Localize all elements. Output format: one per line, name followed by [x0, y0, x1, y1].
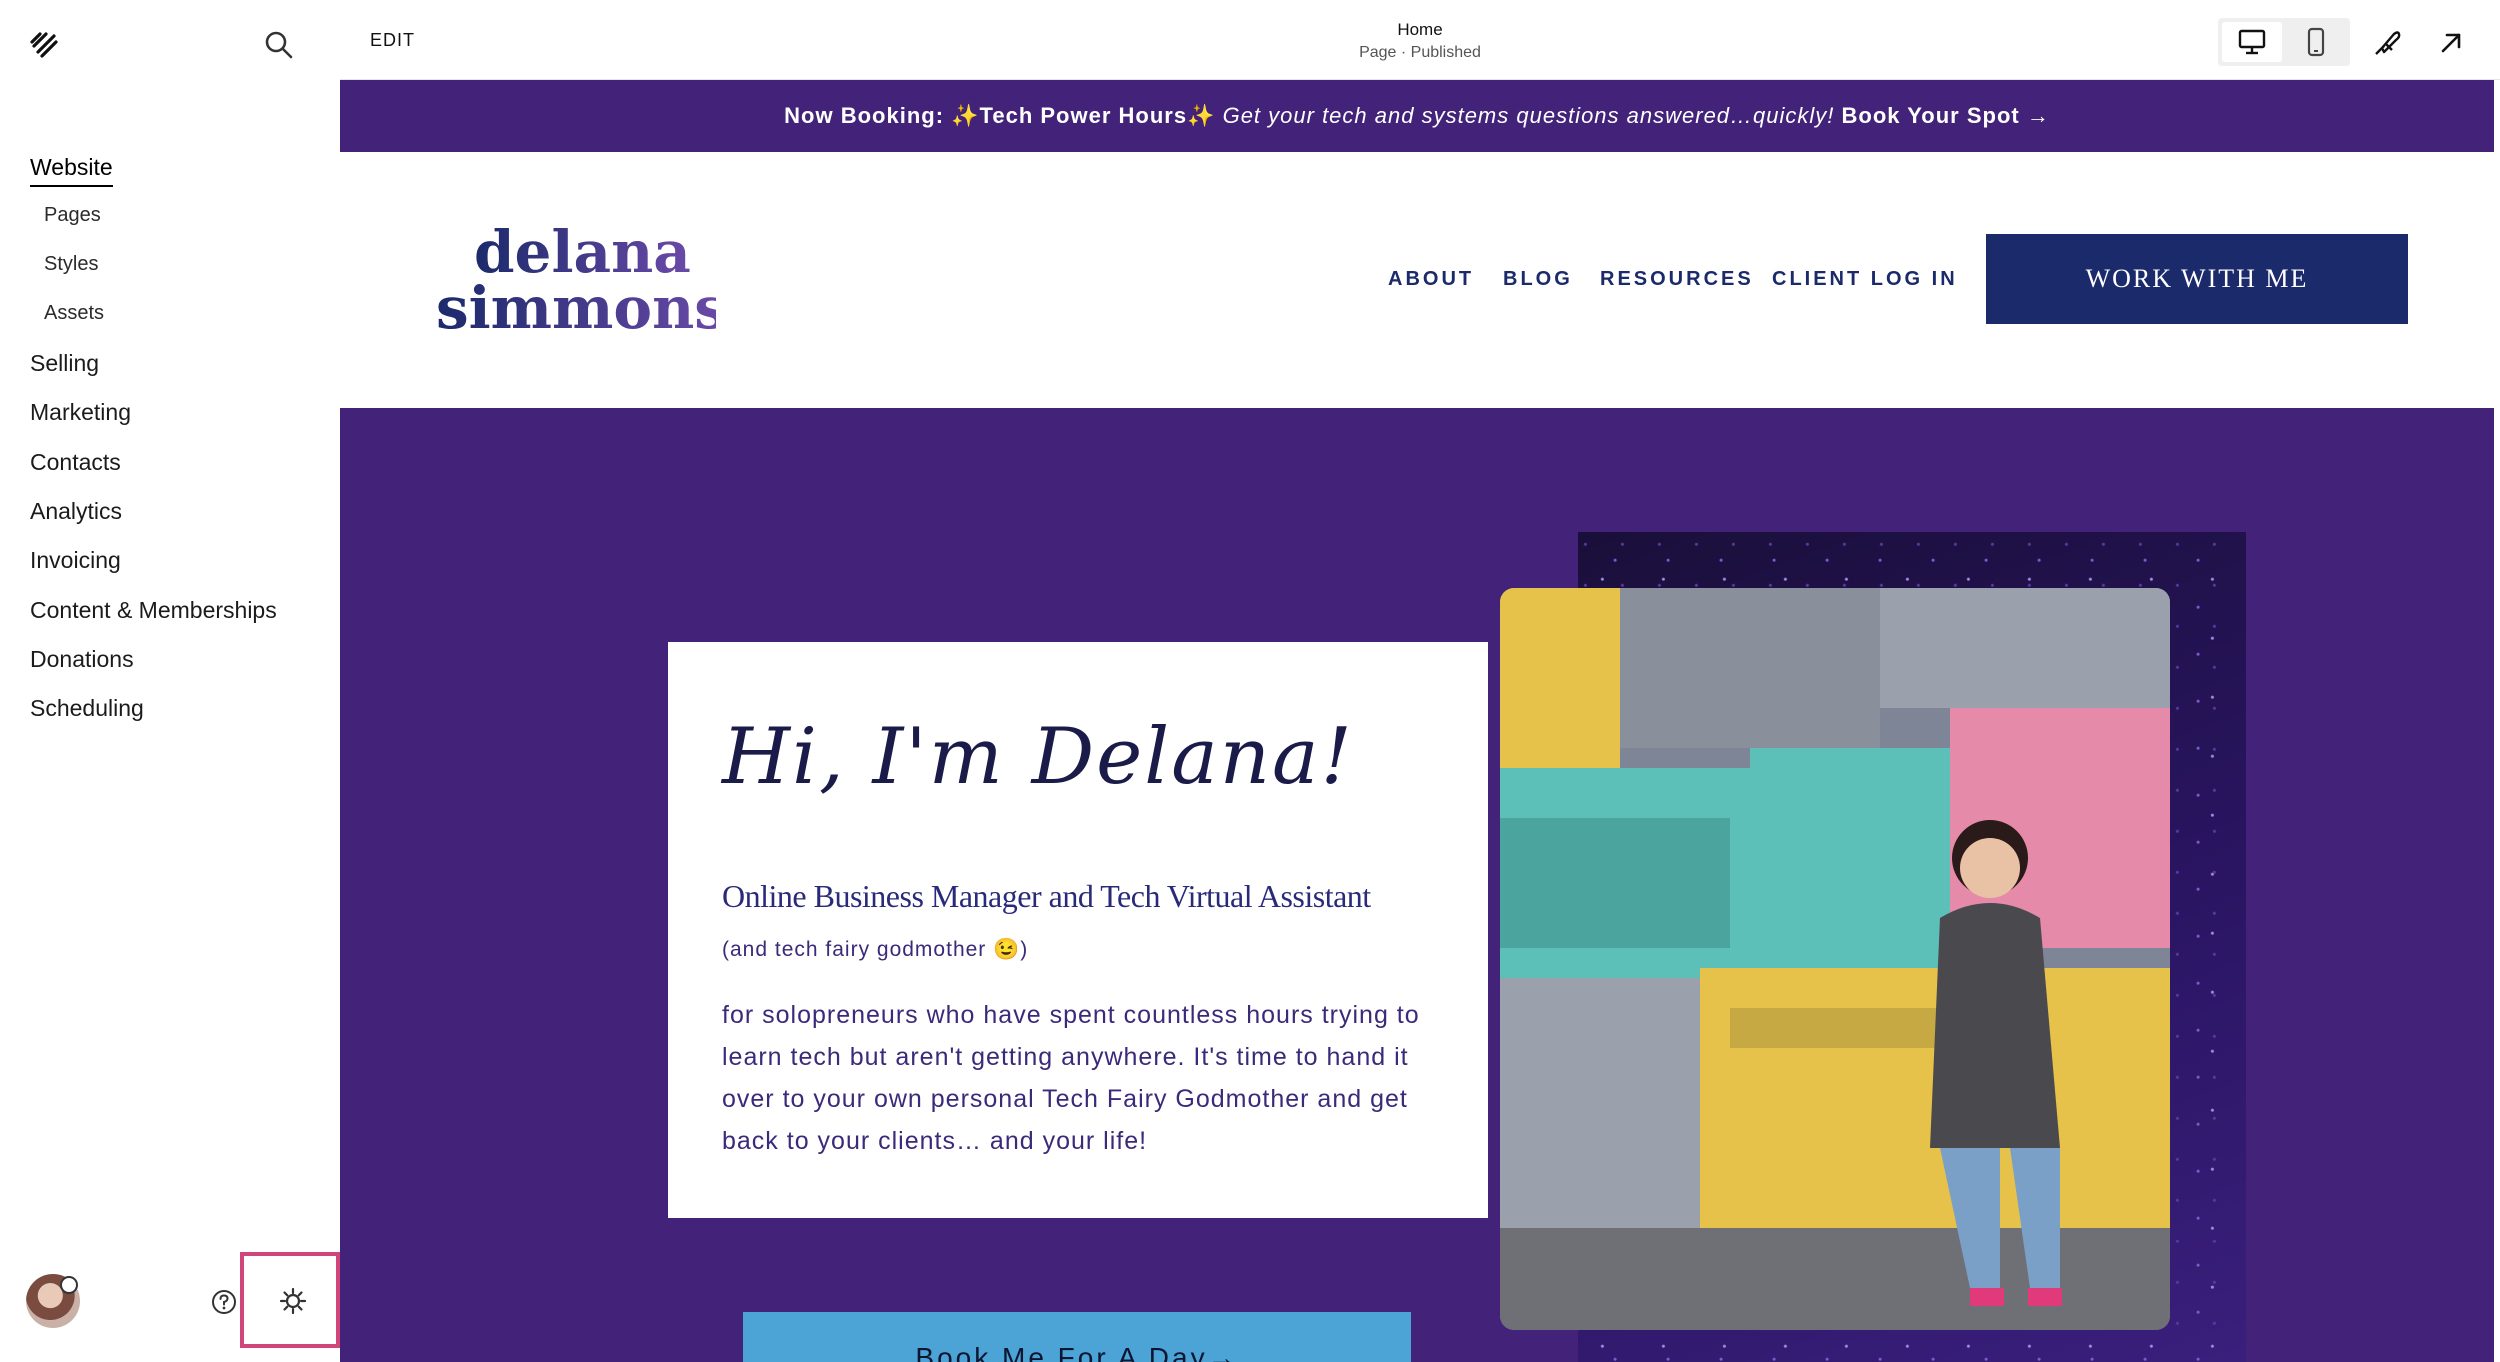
- sidebar-item-analytics[interactable]: Analytics: [30, 498, 122, 525]
- editor-topbar: EDIT Home Page · Published: [340, 0, 2500, 80]
- page-title: Home: [1397, 20, 1443, 39]
- mobile-icon: [2307, 27, 2325, 57]
- arrow-up-right-icon[interactable]: [2436, 28, 2466, 58]
- sidebar-item-website[interactable]: Website: [30, 154, 113, 187]
- site-preview: Now Booking: ✨Tech Power Hours✨ Get your…: [340, 80, 2494, 1362]
- nav-blog[interactable]: BLOG: [1503, 268, 1573, 291]
- sidebar-item-donations[interactable]: Donations: [30, 646, 134, 673]
- search-icon[interactable]: [262, 28, 296, 62]
- settings-button[interactable]: [240, 1252, 340, 1348]
- sidebar-item-scheduling[interactable]: Scheduling: [30, 695, 144, 722]
- hero-section: Hi, I'm Delana! Online Business Manager …: [340, 408, 2494, 1362]
- hero-aside: (and tech fairy godmother 😉): [722, 938, 1029, 961]
- sidebar-item-assets[interactable]: Assets: [44, 302, 104, 325]
- sidebar-item-styles[interactable]: Styles: [44, 253, 98, 276]
- device-toggle: [2218, 18, 2350, 66]
- nav-client-login[interactable]: CLIENT LOG IN: [1772, 268, 1958, 291]
- editor-sidebar: Website Pages Styles Assets Selling Mark…: [0, 0, 340, 1362]
- announcement-bar[interactable]: Now Booking: ✨Tech Power Hours✨ Get your…: [340, 80, 2494, 152]
- announcement-link[interactable]: Book Your Spot →: [1834, 103, 2049, 128]
- sidebar-item-contacts[interactable]: Contacts: [30, 449, 121, 476]
- help-icon[interactable]: [210, 1288, 238, 1316]
- nav-about[interactable]: ABOUT: [1388, 268, 1474, 291]
- intro-card: Hi, I'm Delana! Online Business Manager …: [668, 642, 1488, 1218]
- site-header: delana simmons ABOUT BLOG RESOURCES CLIE…: [340, 152, 2494, 408]
- hero-body: for solopreneurs who have spent countles…: [722, 1001, 1420, 1155]
- sidebar-item-content-memberships[interactable]: Content & Memberships: [30, 597, 277, 624]
- book-me-button[interactable]: Book Me For A Day→: [743, 1312, 1411, 1362]
- sidebar-item-invoicing[interactable]: Invoicing: [30, 547, 121, 574]
- sidebar-item-selling[interactable]: Selling: [30, 350, 99, 377]
- squarespace-logo-icon[interactable]: [28, 26, 64, 62]
- page-status: Page · Published: [1359, 44, 1481, 61]
- hero-greeting: Hi, I'm Delana!: [722, 712, 1354, 802]
- nav-resources[interactable]: RESOURCES: [1600, 268, 1754, 291]
- paintbrush-icon[interactable]: [2370, 26, 2404, 60]
- sidebar-item-pages[interactable]: Pages: [44, 204, 101, 227]
- hero-role: Online Business Manager and Tech Virtual…: [722, 878, 1371, 914]
- mobile-view-button[interactable]: [2286, 22, 2346, 62]
- sidebar-item-marketing[interactable]: Marketing: [30, 399, 131, 426]
- desktop-view-button[interactable]: [2222, 22, 2282, 62]
- desktop-icon: [2238, 29, 2266, 55]
- announcement-lead: Now Booking: ✨Tech Power Hours✨: [784, 103, 1216, 128]
- gear-icon: [279, 1287, 307, 1315]
- hero-photo: [1500, 588, 2170, 1330]
- avatar-badge: [60, 1276, 78, 1294]
- site-logo[interactable]: delana simmons: [436, 222, 716, 342]
- site-logo-line2: simmons: [436, 274, 716, 342]
- announcement-italic: Get your tech and systems questions answ…: [1215, 103, 1835, 128]
- work-with-me-button[interactable]: WORK WITH ME: [1986, 234, 2408, 324]
